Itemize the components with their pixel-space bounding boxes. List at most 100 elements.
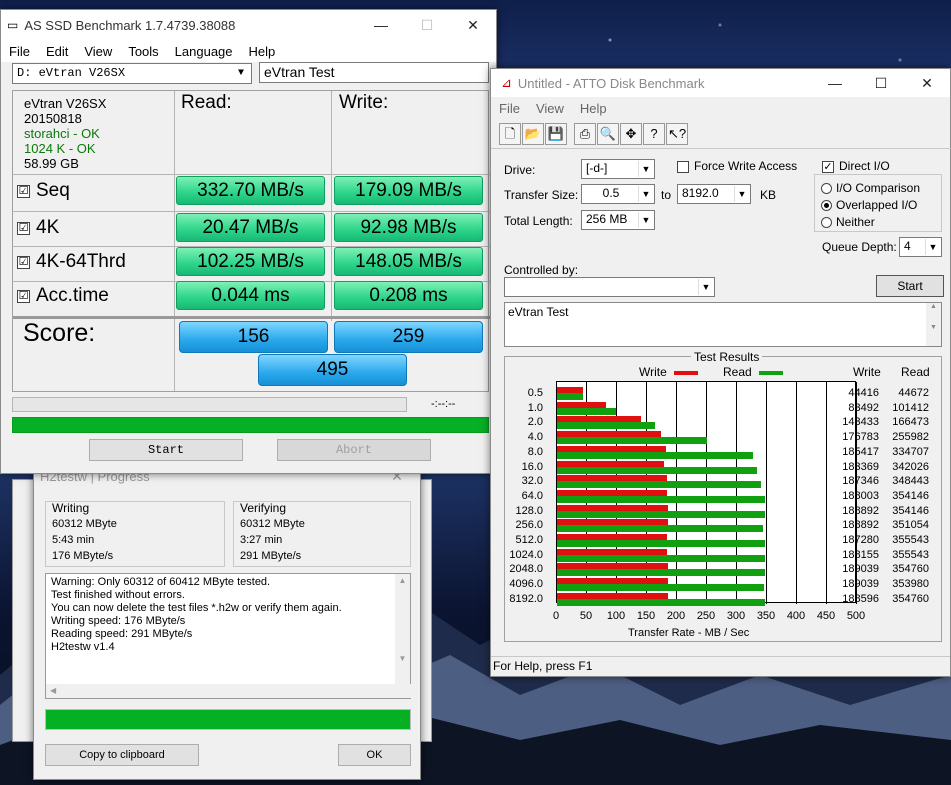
menu-language[interactable]: Language [167, 44, 241, 59]
print-icon[interactable]: ⎙ [574, 123, 596, 145]
description-box[interactable]: eVtran Test ▲ ▼ [504, 302, 942, 347]
horizontal-scrollbar[interactable]: ◀ [46, 684, 412, 698]
start-button[interactable]: Start [876, 275, 944, 297]
help-icon[interactable]: ? [643, 123, 665, 145]
transfer-from-value: 0.5 [602, 186, 620, 200]
drive-size: 58.99 GB [24, 156, 79, 171]
write-column-header: Write [853, 365, 881, 379]
menu-tools[interactable]: Tools [120, 44, 166, 59]
write-value: 187346 [842, 475, 879, 488]
direct-io-label: Direct I/O [839, 159, 890, 173]
copy-to-clipboard-button[interactable]: Copy to clipboard [45, 744, 199, 766]
category-label: 1024.0 [509, 548, 543, 561]
maximize-icon[interactable]: ☐ [858, 69, 904, 97]
drive-firmware: 20150818 [24, 111, 82, 126]
save-icon[interactable]: 💾 [545, 123, 567, 145]
start-button[interactable]: Start [89, 439, 243, 461]
checkbox-icon[interactable]: ☑ [17, 289, 30, 303]
row-4k[interactable]: ☑ 4K [17, 217, 59, 239]
x-tick-label: 50 [579, 610, 593, 622]
checkbox-icon[interactable] [677, 160, 689, 173]
chevron-down-icon: ▼ [237, 68, 244, 79]
radio-selected-icon[interactable] [821, 200, 832, 212]
read-value: 334707 [892, 445, 929, 458]
transfer-size-from[interactable]: 0.5 ▼ [581, 184, 655, 204]
menu-edit[interactable]: Edit [38, 44, 76, 59]
radio-icon[interactable] [821, 217, 832, 229]
x-tick-label: 200 [666, 610, 686, 622]
read-bar [557, 407, 617, 415]
checkbox-icon[interactable]: ✓ [822, 160, 834, 173]
read-value: 353980 [892, 578, 929, 591]
gridline [766, 382, 767, 604]
write-value: 189039 [842, 578, 879, 591]
checkbox-icon[interactable]: ☑ [17, 255, 30, 269]
chevron-down-icon: ▼ [734, 186, 749, 202]
queue-depth-select[interactable]: 4 ▼ [899, 237, 942, 257]
ok-button[interactable]: OK [338, 744, 411, 766]
io-comparison-radio[interactable]: I/O Comparison [821, 181, 920, 195]
x-tick-label: 500 [846, 610, 866, 622]
row-acc-time[interactable]: ☑ Acc.time [17, 285, 109, 307]
menu-help[interactable]: Help [572, 101, 615, 116]
transfer-size-to[interactable]: 8192.0 ▼ [677, 184, 751, 204]
row-4k-64thrd[interactable]: ☑ 4K-64Thrd [17, 251, 126, 273]
close-icon[interactable]: ✕ [904, 69, 950, 97]
minimize-icon[interactable]: — [812, 69, 858, 97]
force-write-access[interactable]: Force Write Access [677, 159, 797, 173]
overlapped-io-radio[interactable]: Overlapped I/O [821, 198, 917, 212]
result-log[interactable]: Warning: Only 60312 of 60412 MByte teste… [45, 573, 412, 699]
maximize-icon[interactable]: ☐ [404, 10, 450, 40]
verifying-group: Verifying 60312 MByte 3:27 min 291 MByte… [233, 501, 411, 567]
writing-time: 5:43 min [52, 534, 95, 546]
print-preview-icon[interactable]: 🔍 [597, 123, 619, 145]
log-line: Reading speed: 291 MByte/s [51, 628, 193, 640]
checkbox-icon[interactable]: ☑ [17, 184, 30, 198]
read-value: 255982 [892, 431, 929, 444]
test-name-input[interactable]: eVtran Test [259, 62, 489, 83]
new-icon[interactable]: 🗋 [499, 123, 521, 145]
4k-write-value: 92.98 MB/s [334, 213, 483, 242]
write-value: 44416 [848, 387, 879, 399]
controlled-by-select[interactable]: ▼ [504, 277, 715, 297]
write-value: 188003 [842, 489, 879, 502]
vertical-scrollbar[interactable]: ▲ ▼ [395, 574, 410, 684]
gridline [796, 382, 797, 604]
write-value: 189039 [842, 563, 879, 576]
category-label: 64.0 [521, 489, 543, 502]
menu-file[interactable]: File [491, 101, 528, 116]
verifying-time: 3:27 min [240, 534, 283, 546]
context-help-icon[interactable]: ↖? [666, 123, 688, 145]
chevron-down-icon: ▼ [698, 279, 713, 295]
total-length-select[interactable]: 256 MB ▼ [581, 210, 655, 230]
read-bar [557, 525, 763, 533]
move-icon[interactable]: ✥ [620, 123, 642, 145]
drive-select[interactable]: [-d-] ▼ [581, 159, 655, 179]
neither-radio[interactable]: Neither [821, 215, 875, 229]
x-tick-label: 400 [786, 610, 806, 622]
abort-button[interactable]: Abort [277, 439, 431, 461]
atto-app-icon: ⊿ [501, 75, 512, 90]
menu-file[interactable]: File [1, 44, 38, 59]
menu-view[interactable]: View [76, 44, 120, 59]
vertical-scrollbar[interactable]: ▲ ▼ [926, 303, 941, 346]
menu-view[interactable]: View [528, 101, 572, 116]
acc-read-value: 0.044 ms [176, 281, 325, 310]
write-value: 83492 [848, 401, 879, 414]
row-label: 4K-64Thrd [36, 251, 126, 272]
menu-help[interactable]: Help [241, 44, 284, 59]
writing-speed: 176 MByte/s [52, 550, 114, 562]
row-seq[interactable]: ☑ Seq [17, 180, 70, 202]
checkbox-icon[interactable]: ☑ [17, 221, 30, 235]
minimize-icon[interactable]: — [358, 10, 404, 40]
4k64-read-value: 102.25 MB/s [176, 247, 325, 276]
alignment-status: 1024 K - OK [24, 141, 96, 156]
category-label: 1.0 [527, 401, 543, 414]
open-icon[interactable]: 📂 [522, 123, 544, 145]
read-legend-label: Read [723, 365, 752, 379]
close-icon[interactable]: ✕ [450, 10, 496, 40]
direct-io[interactable]: ✓ Direct I/O [822, 159, 890, 173]
drive-select[interactable]: D: eVtran V26SX ▼ [12, 63, 252, 84]
radio-icon[interactable] [821, 183, 832, 195]
verifying-speed: 291 MByte/s [240, 550, 302, 562]
